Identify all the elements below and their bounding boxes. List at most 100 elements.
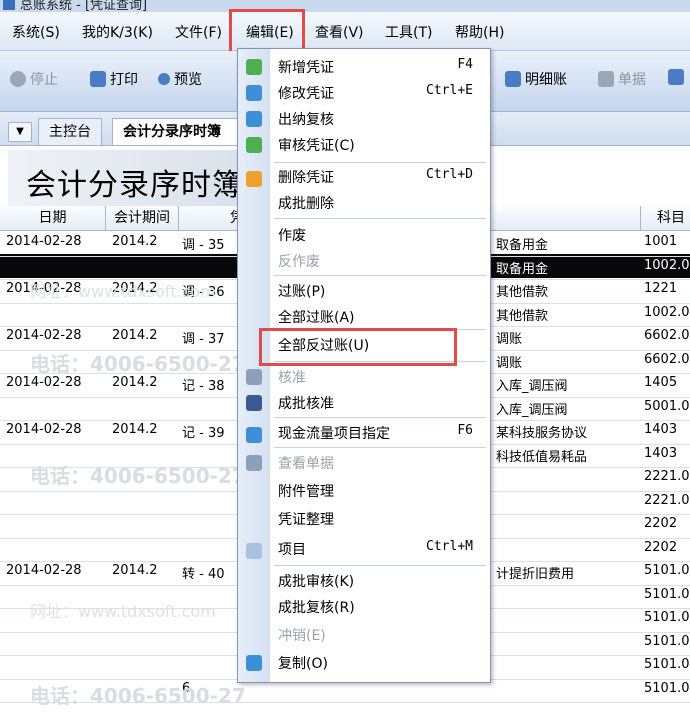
cell-voucher[interactable]: 调 - 37 <box>182 328 225 347</box>
menu-item-label: 成批删除 <box>278 196 334 212</box>
preview-button[interactable]: 预览 <box>158 69 202 89</box>
cell-account[interactable]: 5101.01 <box>644 587 690 602</box>
print-label: 打印 <box>110 72 138 88</box>
menu-item-1[interactable]: 修改凭证 Ctrl+E <box>278 83 483 103</box>
window-title: 总账系统 - [凭证查询] <box>20 0 148 12</box>
cell-summary[interactable]: 其他借款 <box>496 281 548 300</box>
menu-view[interactable]: 查看(V) <box>315 22 364 42</box>
cell-summary[interactable]: 计提折旧费用 <box>496 563 574 582</box>
cell-voucher[interactable]: 转 - 40 <box>182 563 225 582</box>
menu-item-16[interactable]: 凭证整理 <box>278 509 483 529</box>
menu-item-4[interactable]: 删除凭证 Ctrl+D <box>278 167 483 187</box>
menu-item-17[interactable]: 项目 Ctrl+M <box>278 539 483 559</box>
cell-summary[interactable]: 其他借款 <box>496 305 548 324</box>
cell-date[interactable]: 2014-02-28 <box>6 563 82 578</box>
cell-date[interactable]: 2014-02-28 <box>6 422 82 437</box>
menu-item-6[interactable]: 作废 <box>278 225 483 245</box>
cell-account[interactable]: 6602.02 <box>644 328 690 343</box>
menu-item-label: 成批审核(K) <box>278 574 355 590</box>
menu-item-8[interactable]: 过账(P) <box>278 281 483 301</box>
edit-icon <box>246 85 262 101</box>
menu-item-21[interactable]: 复制(O) <box>278 653 483 673</box>
cell-summary[interactable]: 调账 <box>496 328 522 347</box>
menu-item-0[interactable]: 新增凭证 F4 <box>278 57 483 77</box>
cell-account[interactable]: 1403 <box>644 422 677 437</box>
column-header-date[interactable]: 日期 <box>0 206 106 231</box>
window-title-bar: 总账系统 - [凭证查询] <box>0 0 690 12</box>
voucher-doc-button[interactable]: 单据 <box>598 69 646 89</box>
cell-account[interactable]: 1221 <box>644 281 677 296</box>
menu-item-20: 冲销(E) <box>278 625 483 645</box>
menu-item-label: 修改凭证 <box>278 86 334 102</box>
cell-voucher[interactable]: 调 - 35 <box>182 234 225 253</box>
cell-period[interactable]: 2014.2 <box>112 375 158 390</box>
menu-item-3[interactable]: 审核凭证(C) <box>278 135 483 155</box>
menu-system[interactable]: 系统(S) <box>12 22 60 42</box>
cell-summary[interactable]: 调账 <box>496 352 522 371</box>
tab-console[interactable]: 主控台 <box>38 118 102 145</box>
page-title: 会计分录序时簿 <box>26 168 243 203</box>
cell-period[interactable]: 2014.2 <box>112 422 158 437</box>
cell-account[interactable]: 5101.01 <box>644 610 690 625</box>
menu-item-2[interactable]: 出纳复核 <box>278 109 483 129</box>
cell-summary[interactable]: 入库_调压阀 <box>496 375 568 394</box>
menu-item-shortcut: F6 <box>457 423 473 438</box>
cell-summary[interactable]: 取备用金 <box>496 258 548 277</box>
cell-account[interactable]: 1002.01 <box>644 258 690 273</box>
menu-item-label: 过账(P) <box>278 284 326 300</box>
cell-period[interactable]: 2014.2 <box>112 328 158 343</box>
cell-account[interactable]: 6602.01 <box>644 352 690 367</box>
cell-summary[interactable]: 入库_调压阀 <box>496 399 568 418</box>
menu-separator <box>274 417 486 418</box>
cell-account[interactable]: 5101.01 <box>644 681 690 696</box>
cell-period[interactable]: 2014.2 <box>112 563 158 578</box>
cell-account[interactable]: 2202 <box>644 540 677 555</box>
cell-voucher[interactable]: 记 - 38 <box>182 375 225 394</box>
menu-item-9[interactable]: 全部过账(A) <box>278 307 483 327</box>
more-toolbar-button[interactable] <box>668 69 684 85</box>
cell-date[interactable]: 2014-02-28 <box>6 328 82 343</box>
tab-dropdown-button[interactable]: ▼ <box>8 122 32 142</box>
menu-bar: 系统(S) 我的K/3(K) 文件(F) 编辑(E) 查看(V) 工具(T) 帮… <box>0 12 690 51</box>
cell-account[interactable]: 1001 <box>644 234 677 249</box>
cell-account[interactable]: 1403 <box>644 446 677 461</box>
menu-separator <box>274 447 486 448</box>
more-icon <box>668 69 684 85</box>
cell-account[interactable]: 2221.01 <box>644 469 690 484</box>
menu-item-label: 出纳复核 <box>278 112 334 128</box>
cell-date[interactable]: 2014-02-28 <box>6 375 82 390</box>
menu-my-k3[interactable]: 我的K/3(K) <box>82 22 153 42</box>
cell-account[interactable]: 2202 <box>644 516 677 531</box>
cell-account[interactable]: 5101.01 <box>644 634 690 649</box>
menu-item-18[interactable]: 成批审核(K) <box>278 571 483 591</box>
column-header-period[interactable]: 会计期间 <box>106 206 179 231</box>
cell-period[interactable]: 2014.2 <box>112 234 158 249</box>
cell-account[interactable]: 5101.01 <box>644 563 690 578</box>
cell-date[interactable]: 2014-02-28 <box>6 234 82 249</box>
menu-item-19[interactable]: 成批复核(R) <box>278 597 483 617</box>
menu-item-13[interactable]: 现金流量项目指定 F6 <box>278 423 483 443</box>
menu-item-15[interactable]: 附件管理 <box>278 481 483 501</box>
detail-ledger-button[interactable]: 明细账 <box>505 69 567 89</box>
print-button[interactable]: 打印 <box>90 69 138 89</box>
column-header-account[interactable]: 科目 <box>641 206 690 231</box>
menu-help[interactable]: 帮助(H) <box>455 22 504 42</box>
cell-summary[interactable]: 某科技服务协议 <box>496 422 587 441</box>
cell-account[interactable]: 1405 <box>644 375 677 390</box>
menu-item-5[interactable]: 成批删除 <box>278 193 483 213</box>
stop-button[interactable]: 停止 <box>10 69 58 89</box>
menu-item-12[interactable]: 成批核准 <box>278 393 483 413</box>
menu-tools[interactable]: 工具(T) <box>385 22 432 42</box>
watermark-site: 网址：www.tdxsoft.com <box>30 602 216 621</box>
batch-approve-icon <box>246 395 262 411</box>
audit-check-icon <box>246 137 262 153</box>
menu-file[interactable]: 文件(F) <box>175 22 222 42</box>
watermark-site: 网址：www.tdxsoft.com <box>30 282 216 301</box>
cell-account[interactable]: 1002.01 <box>644 305 690 320</box>
cell-summary[interactable]: 取备用金 <box>496 234 548 253</box>
cell-summary[interactable]: 科技低值易耗品 <box>496 446 587 465</box>
cell-voucher[interactable]: 记 - 39 <box>182 422 225 441</box>
cell-account[interactable]: 5101.01 <box>644 657 690 672</box>
cell-account[interactable]: 2221.01 <box>644 493 690 508</box>
cell-account[interactable]: 5001.01 <box>644 399 690 414</box>
